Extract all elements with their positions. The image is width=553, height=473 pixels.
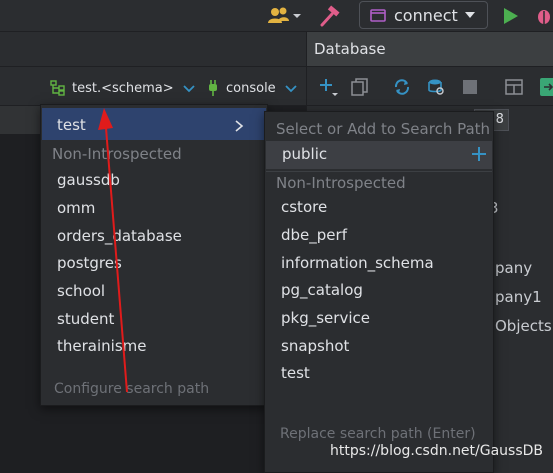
watermark-text: https://blog.csdn.net/GaussDB bbox=[330, 443, 544, 459]
schema-item-label: test bbox=[57, 116, 86, 134]
stop-icon[interactable] bbox=[459, 76, 481, 98]
export-icon[interactable] bbox=[537, 76, 553, 98]
search-path-item[interactable]: cstore bbox=[281, 198, 327, 216]
schema-item[interactable]: orders_database bbox=[57, 227, 182, 245]
schema-popup: test Non-Introspected gaussdb omm orders… bbox=[40, 104, 268, 406]
schema-item[interactable]: student bbox=[57, 310, 114, 328]
schema-selector-label: test.<schema> bbox=[72, 80, 174, 96]
connect-dropdown[interactable]: connect bbox=[359, 1, 488, 29]
tool-window-header: Database bbox=[0, 32, 553, 66]
tree-item: pany bbox=[495, 259, 533, 277]
search-path-item[interactable]: pg_catalog bbox=[281, 281, 363, 299]
schema-item[interactable]: school bbox=[57, 282, 105, 300]
main-toolbar: connect bbox=[0, 0, 553, 32]
users-icon[interactable] bbox=[266, 4, 302, 28]
plug-icon bbox=[209, 80, 217, 96]
divider bbox=[266, 171, 492, 172]
search-path-item[interactable]: dbe_perf bbox=[281, 226, 347, 244]
schema-inspect-icon[interactable] bbox=[425, 76, 447, 98]
window-icon bbox=[370, 9, 386, 22]
search-path-popup: Select or Add to Search Path public Non-… bbox=[264, 111, 494, 473]
schema-selector[interactable]: test.<schema> bbox=[50, 77, 196, 99]
chevron-down-icon bbox=[465, 12, 475, 18]
gutter bbox=[0, 106, 40, 134]
hammer-icon[interactable] bbox=[316, 4, 344, 28]
search-path-item[interactable]: information_schema bbox=[281, 254, 434, 272]
add-icon[interactable] bbox=[317, 76, 339, 98]
replace-search-path-hint[interactable]: Replace search path (Enter) bbox=[280, 426, 476, 442]
schema-item[interactable]: gaussdb bbox=[57, 171, 120, 189]
section-header: Non-Introspected bbox=[276, 174, 406, 192]
chevron-right-icon bbox=[235, 120, 244, 132]
chevron-down-icon bbox=[285, 85, 297, 93]
schema-item-selected[interactable]: test bbox=[42, 108, 266, 140]
editor-toolbar: test.<schema> console bbox=[0, 66, 553, 107]
schema-item[interactable]: therainisme bbox=[57, 337, 146, 355]
section-header: Non-Introspected bbox=[52, 145, 182, 163]
refresh-icon[interactable] bbox=[391, 76, 413, 98]
tree-item: Objects bbox=[495, 317, 552, 335]
copy-icon[interactable] bbox=[349, 76, 371, 98]
console-selector-label: console bbox=[226, 80, 276, 96]
search-path-item[interactable]: snapshot bbox=[281, 337, 349, 355]
schema-item[interactable]: omm bbox=[57, 199, 95, 217]
tree-item: pany1 bbox=[495, 288, 542, 306]
database-toolbar bbox=[306, 67, 553, 107]
schema-tree-icon bbox=[50, 80, 65, 96]
console-selector[interactable]: console bbox=[206, 77, 298, 99]
search-path-item[interactable]: test bbox=[281, 364, 310, 382]
schema-item[interactable]: postgres bbox=[57, 254, 122, 272]
table-icon[interactable] bbox=[503, 76, 525, 98]
debug-icon[interactable] bbox=[533, 4, 553, 28]
plus-icon[interactable] bbox=[472, 147, 486, 161]
run-icon[interactable] bbox=[499, 4, 521, 28]
chevron-down-icon bbox=[183, 85, 195, 93]
search-path-item-selected[interactable]: public bbox=[266, 141, 492, 169]
search-path-item-label: public bbox=[282, 145, 328, 163]
connect-label: connect bbox=[394, 5, 458, 25]
popup-title: Select or Add to Search Path bbox=[276, 120, 491, 138]
configure-search-path-link[interactable]: Configure search path bbox=[54, 381, 209, 397]
database-panel-header[interactable]: Database bbox=[306, 32, 553, 66]
database-title: Database bbox=[314, 40, 386, 58]
search-path-item[interactable]: pkg_service bbox=[281, 309, 370, 327]
